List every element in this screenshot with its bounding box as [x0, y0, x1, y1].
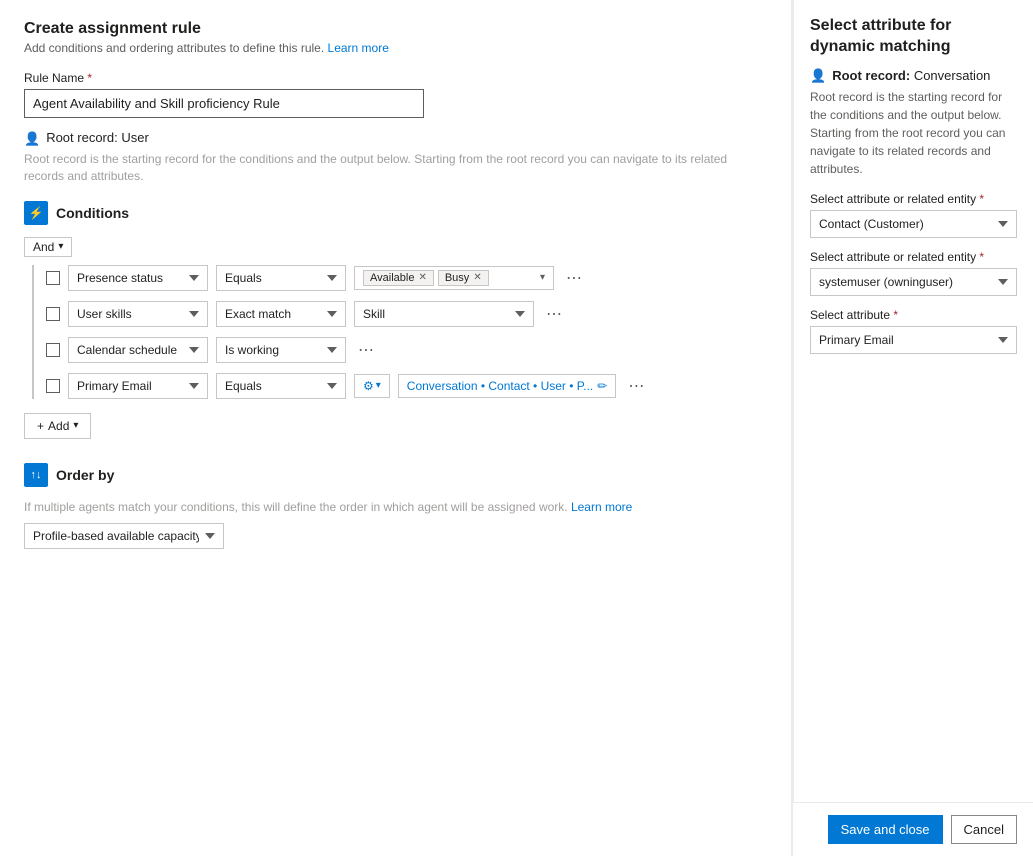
tag-busy: Busy ✕ — [438, 270, 489, 286]
attribute-select-2[interactable]: User skills — [68, 301, 208, 327]
side-panel: Select attribute for dynamic matching 👤 … — [793, 0, 1033, 856]
dynamic-chevron-icon: ▾ — [376, 380, 381, 391]
attribute-select-1[interactable]: Presence status — [68, 265, 208, 291]
rule-name-input[interactable] — [24, 89, 424, 118]
add-chevron-icon: ▾ — [73, 420, 78, 431]
learn-more-link[interactable]: Learn more — [328, 41, 389, 55]
more-options-2[interactable]: ⋯ — [542, 304, 566, 324]
tags-container-1: Available ✕ Busy ✕ ▾ — [354, 266, 554, 290]
value-select-2[interactable]: Skill — [354, 301, 534, 327]
more-options-4[interactable]: ⋯ — [624, 376, 648, 396]
root-record-title: Root record: User — [46, 130, 149, 145]
dynamic-value-field: Conversation • Contact • User • P... ✏ — [398, 374, 617, 398]
condition-row: Presence status Equals Available ✕ Busy … — [46, 265, 767, 291]
conditions-title: Conditions — [56, 205, 129, 221]
side-attribute-label: Select attribute — [810, 308, 1017, 322]
conditions-section: ⚡ Conditions And ▾ Presence status Equal… — [24, 201, 767, 439]
order-by-title: Order by — [56, 467, 114, 483]
condition-row: User skills Exact match Skill ⋯ — [46, 301, 767, 327]
rule-name-label: Rule Name — [24, 71, 767, 85]
condition-checkbox-4[interactable] — [46, 379, 60, 393]
condition-checkbox-3[interactable] — [46, 343, 60, 357]
edit-dynamic-value[interactable]: ✏ — [597, 379, 607, 393]
root-record-icon: 👤 — [24, 131, 40, 147]
side-panel-title: Select attribute for dynamic matching — [810, 16, 1017, 58]
operator-select-4[interactable]: Equals — [216, 373, 346, 399]
side-attribute-select[interactable]: Primary Email — [810, 326, 1017, 354]
order-learn-more-link[interactable]: Learn more — [571, 500, 632, 514]
root-record-desc: Root record is the starting record for t… — [24, 151, 767, 185]
side-root-icon: 👤 — [810, 68, 826, 84]
footer-buttons: Save and close Cancel — [793, 802, 1033, 856]
add-condition-button[interactable]: + Add ▾ — [24, 413, 91, 439]
root-record-info: 👤 Root record: User — [24, 130, 767, 147]
side-root-record: 👤 Root record: Conversation — [810, 68, 1017, 84]
conditions-header: ⚡ Conditions — [24, 201, 767, 225]
page-title: Create assignment rule — [24, 20, 767, 38]
page-subtitle: Add conditions and ordering attributes t… — [24, 41, 767, 55]
condition-checkbox-1[interactable] — [46, 271, 60, 285]
order-by-select[interactable]: Profile-based available capacity — [24, 523, 224, 549]
dynamic-icon: ⚙ — [363, 379, 374, 393]
side-entity2-label: Select attribute or related entity — [810, 250, 1017, 264]
condition-row: Calendar schedule Is working ⋯ — [46, 337, 767, 363]
side-root-label: Root record: Conversation — [832, 68, 990, 83]
more-options-1[interactable]: ⋯ — [562, 268, 586, 288]
tags-chevron-icon: ▾ — [540, 272, 545, 283]
and-chevron-icon: ▾ — [58, 241, 63, 252]
condition-checkbox-2[interactable] — [46, 307, 60, 321]
conditions-icon: ⚡ — [24, 201, 48, 225]
and-dropdown[interactable]: And ▾ — [24, 237, 72, 257]
condition-row: Primary Email Equals ⚙ ▾ Conversation • … — [46, 373, 767, 399]
cancel-button[interactable]: Cancel — [951, 815, 1017, 844]
dynamic-icon-btn[interactable]: ⚙ ▾ — [354, 374, 390, 398]
tag-close-available[interactable]: ✕ — [418, 272, 426, 283]
tag-close-busy[interactable]: ✕ — [473, 272, 481, 283]
main-panel: Create assignment rule Add conditions an… — [0, 0, 792, 856]
attribute-select-4[interactable]: Primary Email — [68, 373, 208, 399]
side-entity1-label: Select attribute or related entity — [810, 192, 1017, 206]
side-entity1-select[interactable]: Contact (Customer) — [810, 210, 1017, 238]
more-options-3[interactable]: ⋯ — [354, 340, 378, 360]
tag-available: Available ✕ — [363, 270, 434, 286]
order-by-icon: ↑↓ — [24, 463, 48, 487]
side-root-desc: Root record is the starting record for t… — [810, 88, 1017, 178]
side-entity2-select[interactable]: systemuser (owninguser) — [810, 268, 1017, 296]
operator-select-1[interactable]: Equals — [216, 265, 346, 291]
conditions-list: Presence status Equals Available ✕ Busy … — [32, 265, 767, 399]
operator-select-3[interactable]: Is working — [216, 337, 346, 363]
add-icon: + — [37, 419, 44, 433]
attribute-select-3[interactable]: Calendar schedule — [68, 337, 208, 363]
order-by-desc: If multiple agents match your conditions… — [24, 499, 767, 516]
order-by-section: ↑↓ Order by If multiple agents match you… — [24, 463, 767, 550]
operator-select-2[interactable]: Exact match — [216, 301, 346, 327]
order-by-header: ↑↓ Order by — [24, 463, 767, 487]
save-and-close-button[interactable]: Save and close — [828, 815, 943, 844]
